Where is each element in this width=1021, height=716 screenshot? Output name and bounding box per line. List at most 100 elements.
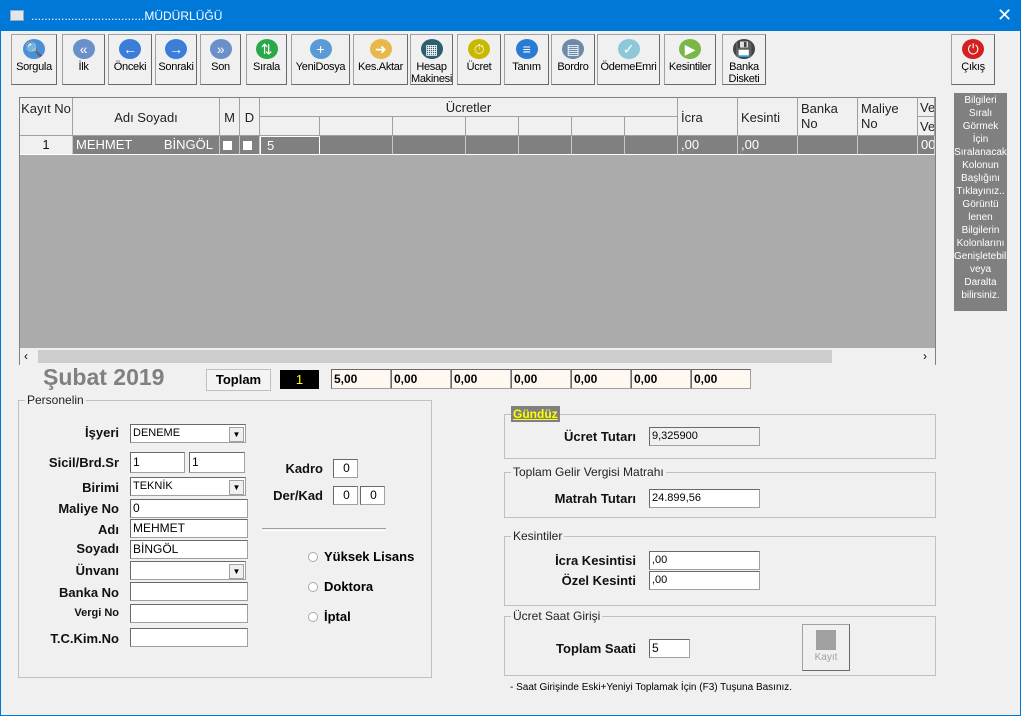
- soyadi-label: Soyadı: [76, 541, 119, 556]
- power-icon: ⏻: [962, 39, 984, 59]
- toolbar-button-banka-disketi[interactable]: 💾 Banka Disketi: [722, 34, 766, 85]
- save-label: Kayıt: [814, 652, 838, 663]
- cell-maliye-no[interactable]: [858, 136, 918, 155]
- previous-icon: ←: [119, 39, 141, 59]
- header-ucret-sub[interactable]: [519, 117, 572, 136]
- chevron-down-icon[interactable]: ▼: [229, 564, 244, 579]
- toolbar-button-sonraki[interactable]: → Sonraki: [155, 34, 197, 85]
- cell-d[interactable]: [240, 136, 260, 155]
- kad-input[interactable]: 0: [360, 486, 385, 505]
- header-ve-sub[interactable]: Ve: [918, 117, 935, 136]
- radio-yuksek-lisans[interactable]: Yüksek Lisans: [308, 549, 414, 564]
- personel-legend: Personelin: [25, 393, 86, 407]
- header-ucret-sub[interactable]: [393, 117, 466, 136]
- unvani-select[interactable]: ▼: [130, 561, 246, 580]
- cell-ucret[interactable]: [519, 136, 572, 155]
- toolbar-button-tanım[interactable]: ≡ Tanım: [504, 34, 549, 85]
- tc-input[interactable]: [130, 628, 248, 647]
- checkbox-m[interactable]: [223, 141, 232, 150]
- toolbar-button-son[interactable]: » Son: [200, 34, 241, 85]
- header-kesinti[interactable]: Kesinti: [738, 98, 798, 136]
- kadro-input[interactable]: 0: [333, 459, 358, 478]
- calculator-icon: ▦: [420, 39, 443, 59]
- radio-circle-icon[interactable]: [308, 582, 318, 592]
- matrah-input[interactable]: 24.899,56: [649, 489, 760, 508]
- floppy-disk-icon: 💾: [733, 39, 755, 59]
- header-banka-no[interactable]: Banka No: [798, 98, 858, 136]
- toolbar-button-önceki[interactable]: ← Önceki: [108, 34, 152, 85]
- scroll-thumb[interactable]: [38, 350, 832, 363]
- isyeri-select[interactable]: DENEME ▼: [130, 424, 246, 443]
- soyadi-input[interactable]: BİNGÖL: [130, 540, 248, 559]
- save-button[interactable]: Kayıt: [802, 624, 850, 671]
- header-ucret-sub[interactable]: [625, 117, 678, 136]
- vergi-input[interactable]: [130, 604, 248, 623]
- header-kayit-no[interactable]: Kayıt No: [20, 98, 73, 136]
- scroll-right-icon[interactable]: ›: [923, 349, 927, 363]
- toolbar-button-kes-aktar[interactable]: ➜ Kes.Aktar: [353, 34, 408, 85]
- banka-input[interactable]: [130, 582, 248, 601]
- brd-input[interactable]: 1: [189, 452, 245, 473]
- horizontal-scrollbar[interactable]: ‹ ›: [20, 348, 935, 365]
- header-ucret-sub[interactable]: [572, 117, 625, 136]
- cell-ucret[interactable]: [320, 136, 393, 155]
- cell-ucret[interactable]: [393, 136, 466, 155]
- window-title: ..................................MÜDÜRL…: [31, 9, 223, 23]
- last-icon: »: [209, 39, 232, 59]
- header-ucret-sub[interactable]: [260, 117, 320, 136]
- radio-iptal[interactable]: İptal: [308, 609, 351, 624]
- header-ucretler[interactable]: Ücretler: [260, 98, 678, 117]
- chevron-down-icon[interactable]: ▼: [229, 427, 244, 442]
- close-button[interactable]: ✕: [997, 5, 1012, 26]
- cell-m[interactable]: [220, 136, 240, 155]
- cell-icra[interactable]: ,00: [678, 136, 738, 155]
- icra-kesintisi-input[interactable]: ,00: [649, 551, 760, 570]
- checkbox-d[interactable]: [243, 141, 252, 150]
- cell-adi-soyadi[interactable]: MEHMET BİNGÖL: [73, 136, 220, 155]
- maliye-label: Maliye No: [58, 501, 119, 516]
- scroll-left-icon[interactable]: ‹: [24, 349, 28, 363]
- radio-doktora[interactable]: Doktora: [308, 579, 373, 594]
- toplam-saati-input[interactable]: 5: [649, 639, 690, 658]
- sicil-label: Sicil/Brd.Sr: [48, 455, 119, 470]
- deductions-icon: ▶: [679, 39, 701, 59]
- cell-ucret[interactable]: [625, 136, 678, 155]
- header-icra[interactable]: İcra: [678, 98, 738, 136]
- toolbar-button-sırala[interactable]: ⇅ Sırala: [246, 34, 287, 85]
- header-ucret-sub[interactable]: [320, 117, 393, 136]
- toolbar-button-çıkış[interactable]: ⏻ Çıkış: [951, 34, 995, 85]
- toolbar-button-kesintiler[interactable]: ▶ Kesintiler: [664, 34, 716, 85]
- toolbar-button-ücret[interactable]: ⏱ Ücret: [457, 34, 501, 85]
- header-m[interactable]: M: [220, 98, 240, 136]
- vergi-label: Vergi No: [74, 607, 119, 619]
- maliye-input[interactable]: 0: [130, 499, 248, 518]
- cell-ve[interactable]: 00: [918, 136, 935, 155]
- toolbar-button-hesap-makinesi[interactable]: ▦ Hesap Makinesi: [410, 34, 453, 85]
- toolbar-button-yenidosya[interactable]: + YeniDosya: [291, 34, 350, 85]
- sicil-input[interactable]: 1: [130, 452, 185, 473]
- toolbar-button-ödemeemri[interactable]: ✓ ÖdemeEmri: [597, 34, 660, 85]
- radio-circle-icon[interactable]: [308, 552, 318, 562]
- header-ucret-sub[interactable]: [466, 117, 519, 136]
- toolbar-button-label: Sırala: [253, 61, 280, 73]
- cell-kesinti[interactable]: ,00: [738, 136, 798, 155]
- toolbar-button-sorgula[interactable]: 🔍 Sorgula: [11, 34, 57, 85]
- ozel-kesinti-input[interactable]: ,00: [649, 571, 760, 590]
- header-d[interactable]: D: [240, 98, 260, 136]
- radio-circle-icon[interactable]: [308, 612, 318, 622]
- toolbar-button-i-lk[interactable]: « İlk: [62, 34, 105, 85]
- cell-ucret[interactable]: [466, 136, 519, 155]
- der-input[interactable]: 0: [333, 486, 358, 505]
- header-adi-soyadi[interactable]: Adı Soyadı: [73, 98, 220, 136]
- toolbar-button-bordro[interactable]: ▤ Bordro: [551, 34, 595, 85]
- cell-ucret[interactable]: [572, 136, 625, 155]
- adi-input[interactable]: MEHMET: [130, 519, 248, 538]
- records-grid[interactable]: Kayıt No Adı Soyadı M D Ücretler İcra Ke…: [19, 97, 936, 365]
- header-maliye-no[interactable]: Maliye No: [858, 98, 918, 136]
- header-ve[interactable]: Ve: [918, 98, 935, 117]
- cell-ucret-1[interactable]: 5: [260, 136, 320, 155]
- birimi-select[interactable]: TEKNİK ▼: [130, 477, 246, 496]
- chevron-down-icon[interactable]: ▼: [229, 480, 244, 495]
- cell-kayit-no[interactable]: 1: [20, 136, 73, 155]
- cell-banka-no[interactable]: [798, 136, 858, 155]
